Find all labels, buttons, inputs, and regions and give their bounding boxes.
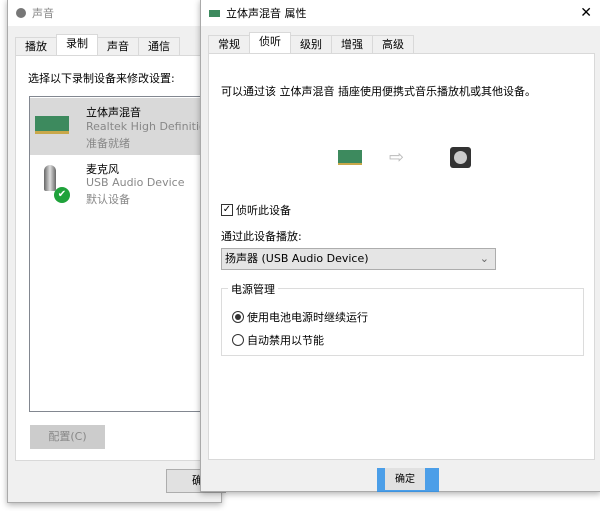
sound-card-icon	[338, 150, 362, 165]
sound-card-icon	[35, 116, 69, 134]
playback-label: 通过此设备播放:	[221, 230, 302, 243]
checkbox-checked-icon: ✓	[221, 204, 233, 216]
microphone-icon	[44, 165, 56, 191]
tab-communications[interactable]: 通信	[138, 37, 180, 55]
window-title: 声音	[32, 7, 54, 20]
arrow-right-icon: ⇨	[389, 147, 405, 168]
tab-sounds[interactable]: 声音	[97, 37, 139, 55]
group-title: 电源管理	[228, 281, 278, 297]
title-bar: 声音	[8, 0, 221, 26]
sound-window: 声音 播放 录制 声音 通信 选择以下录制设备来修改设置: 立体声混音 Real…	[7, 0, 230, 503]
device-driver: USB Audio Device	[86, 176, 185, 189]
listen-panel: 可以通过该 立体声混音 插座使用便携式音乐播放机或其他设备。 ⇨ ✓ 侦听此设备…	[208, 53, 595, 460]
power-management-group: 电源管理 使用电池电源时继续运行 自动禁用以节能	[221, 281, 584, 356]
device-list[interactable]: 立体声混音 Realtek High Definition 准备就绪 ✔ 麦克风…	[29, 96, 230, 412]
device-name: 立体声混音	[86, 106, 141, 119]
device-driver: Realtek High Definition	[86, 120, 213, 133]
properties-window: 立体声混音 属性 ✕ 常规 侦听 级别 增强 高级 可以通过该 立体声混音 插座…	[200, 0, 600, 492]
recording-panel: 选择以下录制设备来修改设置: 立体声混音 Realtek High Defini…	[15, 55, 230, 461]
tab-listen[interactable]: 侦听	[249, 32, 291, 53]
configure-button[interactable]: 配置(C)	[30, 425, 105, 449]
radio-unselected-icon	[232, 334, 244, 346]
ok-button[interactable]: 确定	[385, 468, 425, 490]
radio-selected-icon	[232, 311, 244, 323]
radio-label: 使用电池电源时继续运行	[247, 311, 368, 324]
speaker-icon	[450, 147, 471, 168]
title-bar: 立体声混音 属性	[201, 0, 600, 26]
window-title: 立体声混音 属性	[226, 7, 307, 20]
speaker-icon	[16, 8, 26, 18]
instruction-text: 选择以下录制设备来修改设置:	[28, 72, 175, 85]
chevron-down-icon: ⌄	[479, 252, 489, 265]
listen-checkbox-label: 侦听此设备	[236, 204, 291, 217]
radio-label: 自动禁用以节能	[247, 334, 324, 347]
radio-continue-on-battery[interactable]: 使用电池电源时继续运行	[232, 309, 368, 325]
description-text: 可以通过该 立体声混音 插座使用便携式音乐播放机或其他设备。	[221, 85, 536, 98]
default-check-icon: ✔	[54, 187, 70, 203]
sound-card-icon	[209, 9, 220, 17]
tab-enhancements[interactable]: 增强	[331, 35, 373, 53]
tab-advanced[interactable]: 高级	[372, 35, 414, 53]
playback-select-value: 扬声器 (USB Audio Device)	[225, 252, 369, 265]
device-status: 默认设备	[86, 193, 130, 206]
tab-recording[interactable]: 录制	[56, 34, 98, 55]
playback-device-select[interactable]: 扬声器 (USB Audio Device) ⌄	[221, 248, 496, 270]
close-button[interactable]: ✕	[580, 5, 592, 21]
tab-playback[interactable]: 播放	[15, 37, 57, 55]
listen-checkbox[interactable]: ✓ 侦听此设备	[221, 202, 291, 218]
tab-general[interactable]: 常规	[208, 35, 250, 53]
tab-levels[interactable]: 级别	[290, 35, 332, 53]
device-name: 麦克风	[86, 163, 119, 176]
device-status: 准备就绪	[86, 137, 130, 150]
radio-auto-disable[interactable]: 自动禁用以节能	[232, 332, 324, 348]
